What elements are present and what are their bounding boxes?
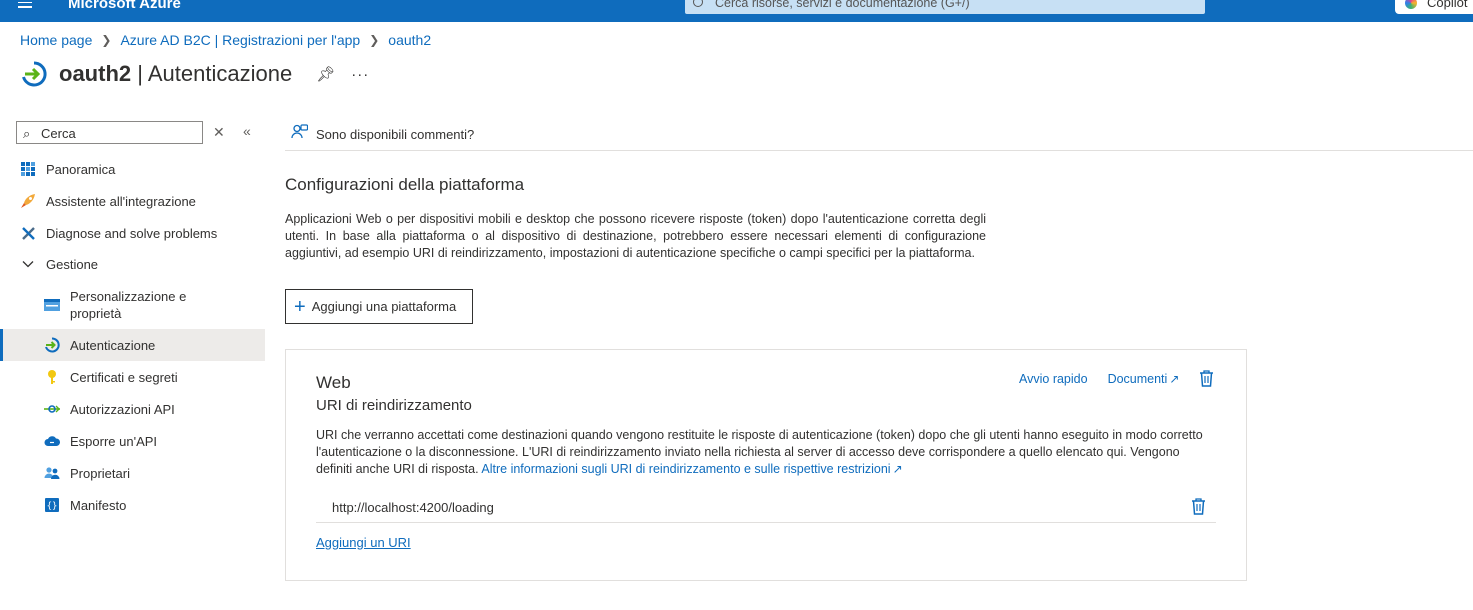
svg-text:{}: {}	[47, 502, 58, 512]
auth-icon	[44, 337, 60, 353]
breadcrumb: Home page ❯ Azure AD B2C | Registrazioni…	[20, 32, 431, 48]
sidebar-item-label: Panoramica	[46, 161, 116, 177]
api-permissions-icon	[44, 401, 60, 417]
section-description: Applicazioni Web o per dispositivi mobil…	[285, 212, 986, 260]
add-uri-link[interactable]: Aggiungi un URI	[316, 535, 411, 550]
add-platform-button[interactable]: + Aggiungi una piattaforma	[285, 289, 473, 324]
delete-platform-icon[interactable]	[1199, 370, 1214, 392]
quickstart-link[interactable]: Avvio rapido	[1019, 372, 1088, 386]
collapse-sidebar-icon[interactable]: «	[243, 123, 251, 139]
redirect-uri-info-link[interactable]: Altre informazioni sugli URI di reindiri…	[481, 462, 902, 476]
sidebar-item-panoramica[interactable]: Panoramica	[0, 153, 265, 185]
top-bar: Microsoft Azure Cerca risorse, servizi e…	[0, 0, 1473, 22]
rocket-icon	[20, 193, 36, 209]
global-search-input[interactable]: Cerca risorse, servizi e documentazione …	[685, 0, 1205, 14]
plus-icon: +	[294, 295, 306, 318]
sidebar-item-label: Gestione	[46, 256, 99, 272]
card-subtitle: URI di reindirizzamento	[316, 397, 472, 414]
section-title: Configurazioni della piattaforma	[285, 175, 525, 194]
search-icon	[693, 0, 703, 7]
key-icon	[44, 369, 60, 385]
sidebar-item-label: Autenticazione	[70, 337, 156, 353]
feedback-label: Sono disponibili commenti?	[316, 126, 475, 142]
global-search-placeholder: Cerca risorse, servizi e documentazione …	[715, 0, 970, 10]
divider	[285, 150, 1473, 151]
copilot-label: Copilot	[1427, 0, 1468, 10]
sidebar-item-label: Personalizzazione e proprietà	[70, 289, 187, 321]
sidebar-group-gestione[interactable]: Gestione	[0, 248, 265, 280]
pin-icon[interactable]: 📌︎	[316, 65, 335, 83]
more-options-icon[interactable]: ···	[351, 66, 369, 83]
breadcrumb-home[interactable]: Home page	[20, 32, 92, 48]
grid-icon	[20, 161, 36, 177]
docs-link[interactable]: Documenti ↗	[1108, 372, 1180, 386]
branding-icon	[44, 297, 60, 313]
copilot-button[interactable]: Copilot	[1395, 0, 1473, 14]
chevron-right-icon: ❯	[369, 33, 380, 47]
clear-search-icon[interactable]: ✕	[213, 124, 225, 141]
add-platform-label: Aggiungi una piattaforma	[311, 299, 457, 314]
search-icon: ⌕	[23, 126, 31, 141]
chevron-down-icon	[20, 256, 36, 272]
sidebar-item-proprietari[interactable]: Proprietari	[0, 457, 265, 489]
sidebar-item-label: Assistente all'integrazione	[46, 193, 196, 209]
sidebar-item-esporre-api[interactable]: Esporre un'API	[0, 425, 265, 457]
page-header: oauth2 | Autenticazione 📌︎ ···	[20, 60, 369, 88]
sidebar-item-assistente[interactable]: Assistente all'integrazione	[0, 185, 265, 217]
app-auth-icon	[20, 60, 48, 88]
people-icon	[44, 465, 60, 481]
chevron-right-icon: ❯	[101, 33, 112, 47]
feedback-icon	[291, 124, 309, 144]
breadcrumb-app-registrations[interactable]: Azure AD B2C | Registrazioni per l'app	[120, 32, 360, 48]
card-links: Avvio rapido Documenti ↗	[1019, 372, 1179, 386]
sidebar-item-diagnose[interactable]: Diagnose and solve problems	[0, 217, 265, 249]
sidebar-item-label: Diagnose and solve problems	[46, 225, 218, 241]
sidebar-item-personalizzazione[interactable]: Personalizzazione e proprietà	[0, 288, 265, 322]
copilot-icon	[1405, 0, 1417, 9]
redirect-uri-row: http://localhost:4200/loading	[316, 491, 1216, 523]
card-title: Web	[316, 373, 351, 392]
external-link-icon: ↗	[1169, 372, 1180, 386]
sidebar-item-label: Autorizzazioni API	[70, 401, 175, 417]
web-platform-card: Web URI di reindirizzamento Avvio rapido…	[285, 349, 1247, 581]
redirect-uri-value[interactable]: http://localhost:4200/loading	[332, 500, 494, 515]
wrench-icon	[20, 225, 36, 241]
sidebar-item-autorizzazioni[interactable]: Autorizzazioni API	[0, 393, 265, 425]
sidebar-search-placeholder: Cerca	[41, 126, 76, 141]
brand-title[interactable]: Microsoft Azure	[68, 0, 181, 12]
page-title: oauth2 | Autenticazione	[59, 61, 293, 86]
sidebar-item-label: Certificati e segreti	[70, 369, 178, 385]
sidebar-item-manifesto[interactable]: {} Manifesto	[0, 489, 265, 521]
sidebar-item-autenticazione[interactable]: Autenticazione	[0, 329, 265, 361]
sidebar-item-label: Manifesto	[70, 497, 127, 513]
sidebar-search-input[interactable]: ⌕ Cerca	[16, 121, 203, 144]
feedback-link[interactable]: Sono disponibili commenti?	[291, 124, 474, 144]
hamburger-menu-icon[interactable]	[18, 0, 32, 8]
card-description: URI che verranno accettati come destinaz…	[316, 428, 1203, 476]
delete-uri-icon[interactable]	[1191, 498, 1206, 520]
cloud-icon	[44, 433, 60, 449]
sidebar-item-certificati[interactable]: Certificati e segreti	[0, 361, 265, 393]
breadcrumb-oauth2[interactable]: oauth2	[388, 32, 431, 48]
external-link-icon: ↗	[892, 462, 903, 476]
sidebar-item-label: Esporre un'API	[70, 433, 158, 449]
sidebar-item-label: Proprietari	[70, 465, 130, 481]
manifest-icon: {}	[44, 497, 60, 513]
